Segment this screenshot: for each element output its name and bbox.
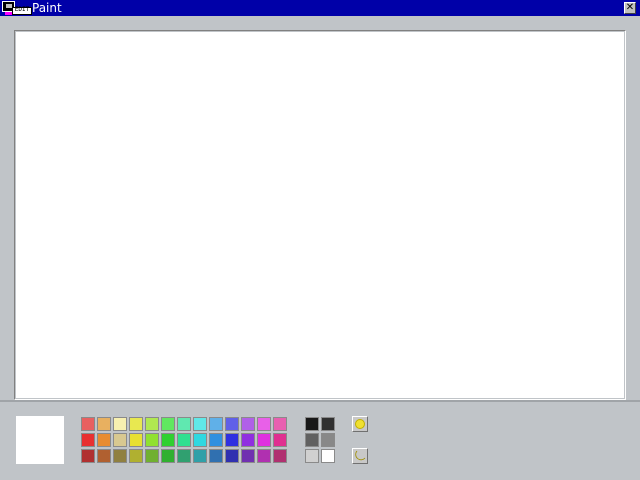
color-swatch[interactable]: [225, 417, 239, 431]
color-swatch[interactable]: [161, 417, 175, 431]
gray-swatch[interactable]: [321, 449, 335, 463]
color-swatch[interactable]: [225, 449, 239, 463]
color-swatch[interactable]: [129, 417, 143, 431]
color-swatch[interactable]: [161, 433, 175, 447]
color-swatch[interactable]: [209, 433, 223, 447]
close-icon: ✕: [625, 2, 635, 13]
color-swatch[interactable]: [81, 449, 95, 463]
color-swatch[interactable]: [177, 449, 191, 463]
color-swatch[interactable]: [241, 433, 255, 447]
sun-icon: [355, 419, 365, 429]
color-swatch[interactable]: [97, 433, 111, 447]
window-title: Paint: [32, 1, 62, 15]
color-swatch[interactable]: [113, 417, 127, 431]
color-swatch[interactable]: [257, 417, 271, 431]
color-swatch[interactable]: [145, 433, 159, 447]
title-bar: EDIT Paint ✕: [0, 0, 640, 16]
color-swatch[interactable]: [161, 449, 175, 463]
color-swatch[interactable]: [193, 417, 207, 431]
darken-button[interactable]: [352, 448, 368, 464]
color-swatch[interactable]: [129, 449, 143, 463]
color-swatch[interactable]: [273, 449, 287, 463]
gray-swatch[interactable]: [305, 449, 319, 463]
color-swatch[interactable]: [113, 449, 127, 463]
color-swatch[interactable]: [81, 433, 95, 447]
color-swatch[interactable]: [97, 449, 111, 463]
color-swatch[interactable]: [145, 417, 159, 431]
color-swatch[interactable]: [193, 449, 207, 463]
color-swatch[interactable]: [129, 433, 143, 447]
color-swatch[interactable]: [145, 449, 159, 463]
color-swatch[interactable]: [209, 417, 223, 431]
color-swatch[interactable]: [193, 433, 207, 447]
close-button[interactable]: ✕: [624, 2, 636, 14]
color-swatch[interactable]: [97, 417, 111, 431]
gray-swatch[interactable]: [305, 417, 319, 431]
gray-swatch[interactable]: [305, 433, 319, 447]
color-swatch[interactable]: [225, 433, 239, 447]
color-swatch[interactable]: [177, 433, 191, 447]
color-swatch[interactable]: [257, 433, 271, 447]
brighten-button[interactable]: [352, 416, 368, 432]
current-color-preview: [16, 416, 64, 464]
color-swatch[interactable]: [209, 449, 223, 463]
keyboard-shape: EDIT: [12, 6, 32, 15]
color-swatch[interactable]: [241, 417, 255, 431]
color-swatch[interactable]: [257, 449, 271, 463]
color-panel: [0, 400, 640, 480]
color-swatch[interactable]: [177, 417, 191, 431]
moon-icon: [355, 450, 366, 461]
gray-swatch[interactable]: [321, 433, 335, 447]
gray-swatch[interactable]: [321, 417, 335, 431]
computer-icon[interactable]: EDIT: [2, 1, 32, 15]
color-swatch[interactable]: [273, 433, 287, 447]
color-swatch[interactable]: [113, 433, 127, 447]
color-swatch[interactable]: [81, 417, 95, 431]
icon-label: EDIT: [14, 6, 30, 13]
drawing-canvas[interactable]: [16, 32, 624, 398]
color-swatch[interactable]: [273, 417, 287, 431]
color-swatch[interactable]: [241, 449, 255, 463]
